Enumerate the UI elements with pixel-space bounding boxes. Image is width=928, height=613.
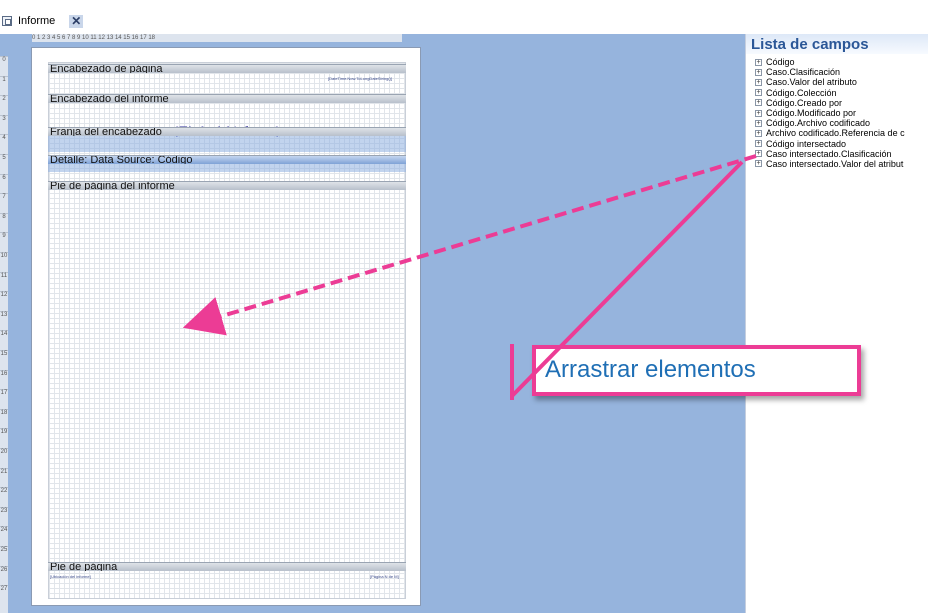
callout-pointer: [510, 160, 744, 398]
drag-arrows: [182, 154, 757, 400]
drag-arrow-dashed: [182, 154, 757, 336]
